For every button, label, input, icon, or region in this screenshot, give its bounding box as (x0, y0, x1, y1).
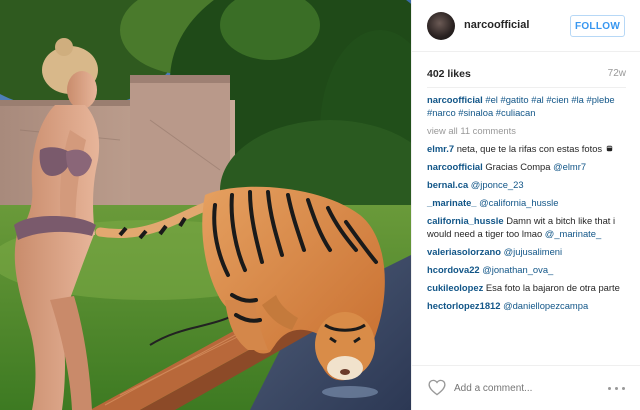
post-footer (412, 365, 640, 410)
post-stats: 402 likes 72w (427, 68, 626, 82)
comment-mention[interactable]: @jponce_23 (471, 179, 524, 190)
comment-text: neta, que te la rifas con estas fotos (456, 143, 603, 154)
comment-username[interactable]: california_hussle (427, 215, 504, 226)
post-side-panel: narcoofficial FOLLOW 402 likes 72w narco… (411, 0, 640, 410)
likes-count[interactable]: 402 likes (427, 68, 471, 80)
comment-text: Esa foto la bajaron de otra parte (485, 282, 620, 293)
comment-username[interactable]: narcoofficial (427, 161, 483, 172)
dot (615, 387, 618, 390)
comment-item: hectorlopez1812 @daniellopezcampa (427, 299, 632, 312)
dot (608, 387, 611, 390)
add-comment-input[interactable] (454, 380, 594, 396)
comment-username[interactable]: valeriasolorzano (427, 246, 501, 257)
comment-mention[interactable]: @jujusalimeni (504, 246, 563, 257)
comment-mention[interactable]: @daniellopezcampa (503, 300, 588, 311)
post-header: narcoofficial FOLLOW (412, 0, 640, 52)
avatar[interactable] (427, 12, 455, 40)
fist-emoji-icon (606, 145, 612, 152)
comment-item: elmr.7 neta, que te la rifas con estas f… (427, 142, 632, 155)
photo-image (0, 0, 411, 410)
comment-item: bernal.ca @jponce_23 (427, 178, 632, 191)
comment-username[interactable]: _marinate_ (427, 197, 477, 208)
username-link[interactable]: narcoofficial (464, 19, 529, 31)
comment-username[interactable]: hcordova22 (427, 264, 480, 275)
comment-mention[interactable]: @california_hussle (479, 197, 558, 208)
comment-username[interactable]: elmr.7 (427, 143, 454, 154)
comment-text: Gracias Compa (485, 161, 551, 172)
caption: narcoofficial #el #gatito #al #cien #la … (427, 93, 632, 119)
comment-mention[interactable]: @_marinate_ (545, 228, 601, 239)
post-age[interactable]: 72w (608, 68, 626, 79)
comment-item: california_hussle Damn wit a bitch like … (427, 214, 632, 240)
comment-list: narcoofficial #el #gatito #al #cien #la … (427, 93, 632, 317)
post-photo[interactable] (0, 0, 411, 410)
more-options-icon[interactable] (608, 387, 626, 391)
comment-item: valeriasolorzano @jujusalimeni (427, 245, 632, 258)
comment-item: cukileolopez Esa foto la bajaron de otra… (427, 281, 632, 294)
comment-username[interactable]: bernal.ca (427, 179, 468, 190)
comment-mention[interactable]: @jonathan_ova_ (482, 264, 553, 275)
follow-button[interactable]: FOLLOW (570, 15, 625, 37)
view-all-comments-link[interactable]: view all 11 comments (427, 124, 632, 137)
comment-username[interactable]: narcoofficial (427, 94, 483, 105)
comment-item: narcoofficial Gracias Compa @elmr7 (427, 160, 632, 173)
divider (427, 87, 626, 88)
comment-username[interactable]: hectorlopez1812 (427, 300, 500, 311)
heart-icon[interactable] (428, 379, 446, 396)
comment-mention[interactable]: @elmr7 (553, 161, 586, 172)
dot (622, 387, 625, 390)
comment-username[interactable]: cukileolopez (427, 282, 483, 293)
comment-item: hcordova22 @jonathan_ova_ (427, 263, 632, 276)
comment-item: _marinate_ @california_hussle (427, 196, 632, 209)
